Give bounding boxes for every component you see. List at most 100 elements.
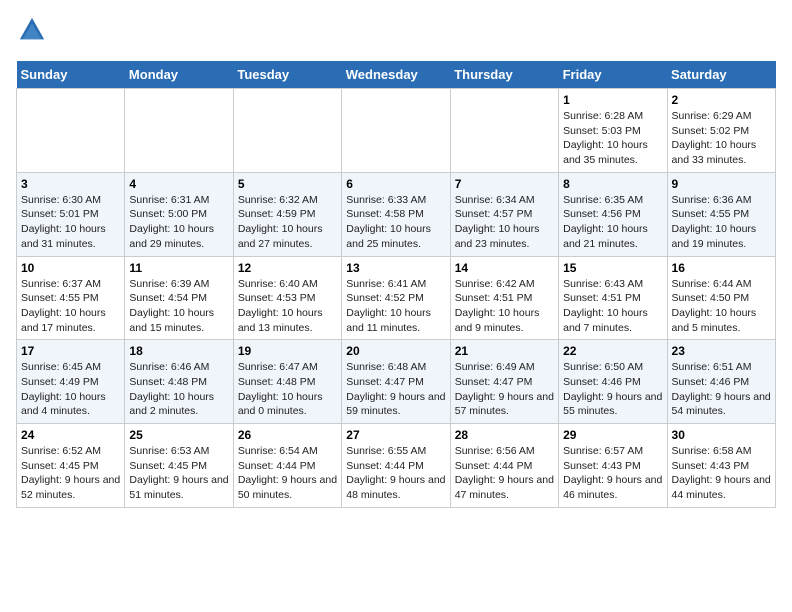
day-cell: 16 Sunrise: 6:44 AM Sunset: 4:50 PM Dayl…: [667, 256, 775, 340]
day-info: Sunrise: 6:53 AM Sunset: 4:45 PM Dayligh…: [129, 444, 228, 503]
day-info: Sunrise: 6:57 AM Sunset: 4:43 PM Dayligh…: [563, 444, 662, 503]
day-number: 28: [455, 428, 554, 442]
day-cell: 6 Sunrise: 6:33 AM Sunset: 4:58 PM Dayli…: [342, 172, 450, 256]
day-info: Sunrise: 6:44 AM Sunset: 4:50 PM Dayligh…: [672, 277, 771, 336]
day-cell: 5 Sunrise: 6:32 AM Sunset: 4:59 PM Dayli…: [233, 172, 341, 256]
day-info: Sunrise: 6:28 AM Sunset: 5:03 PM Dayligh…: [563, 109, 662, 168]
day-cell: 3 Sunrise: 6:30 AM Sunset: 5:01 PM Dayli…: [17, 172, 125, 256]
day-info: Sunrise: 6:45 AM Sunset: 4:49 PM Dayligh…: [21, 360, 120, 419]
logo-icon: [18, 16, 46, 44]
calendar-table: SundayMondayTuesdayWednesdayThursdayFrid…: [16, 61, 776, 508]
day-cell: 15 Sunrise: 6:43 AM Sunset: 4:51 PM Dayl…: [559, 256, 667, 340]
day-cell: 23 Sunrise: 6:51 AM Sunset: 4:46 PM Dayl…: [667, 340, 775, 424]
day-number: 11: [129, 261, 228, 275]
day-info: Sunrise: 6:55 AM Sunset: 4:44 PM Dayligh…: [346, 444, 445, 503]
day-header-wednesday: Wednesday: [342, 61, 450, 89]
day-cell: 1 Sunrise: 6:28 AM Sunset: 5:03 PM Dayli…: [559, 89, 667, 173]
day-number: 8: [563, 177, 662, 191]
day-number: 27: [346, 428, 445, 442]
day-number: 7: [455, 177, 554, 191]
day-info: Sunrise: 6:33 AM Sunset: 4:58 PM Dayligh…: [346, 193, 445, 252]
day-header-tuesday: Tuesday: [233, 61, 341, 89]
day-header-thursday: Thursday: [450, 61, 558, 89]
day-number: 9: [672, 177, 771, 191]
day-info: Sunrise: 6:29 AM Sunset: 5:02 PM Dayligh…: [672, 109, 771, 168]
day-number: 15: [563, 261, 662, 275]
day-info: Sunrise: 6:31 AM Sunset: 5:00 PM Dayligh…: [129, 193, 228, 252]
day-cell: 20 Sunrise: 6:48 AM Sunset: 4:47 PM Dayl…: [342, 340, 450, 424]
day-info: Sunrise: 6:58 AM Sunset: 4:43 PM Dayligh…: [672, 444, 771, 503]
day-cell: 19 Sunrise: 6:47 AM Sunset: 4:48 PM Dayl…: [233, 340, 341, 424]
day-cell: 18 Sunrise: 6:46 AM Sunset: 4:48 PM Dayl…: [125, 340, 233, 424]
week-row-5: 24 Sunrise: 6:52 AM Sunset: 4:45 PM Dayl…: [17, 424, 776, 508]
day-cell: 28 Sunrise: 6:56 AM Sunset: 4:44 PM Dayl…: [450, 424, 558, 508]
day-number: 30: [672, 428, 771, 442]
week-row-1: 1 Sunrise: 6:28 AM Sunset: 5:03 PM Dayli…: [17, 89, 776, 173]
day-number: 20: [346, 344, 445, 358]
day-number: 17: [21, 344, 120, 358]
calendar-header-row: SundayMondayTuesdayWednesdayThursdayFrid…: [17, 61, 776, 89]
day-number: 10: [21, 261, 120, 275]
day-number: 1: [563, 93, 662, 107]
day-number: 2: [672, 93, 771, 107]
day-info: Sunrise: 6:40 AM Sunset: 4:53 PM Dayligh…: [238, 277, 337, 336]
week-row-3: 10 Sunrise: 6:37 AM Sunset: 4:55 PM Dayl…: [17, 256, 776, 340]
day-cell: [342, 89, 450, 173]
day-info: Sunrise: 6:32 AM Sunset: 4:59 PM Dayligh…: [238, 193, 337, 252]
day-number: 14: [455, 261, 554, 275]
week-row-2: 3 Sunrise: 6:30 AM Sunset: 5:01 PM Dayli…: [17, 172, 776, 256]
day-number: 6: [346, 177, 445, 191]
day-info: Sunrise: 6:43 AM Sunset: 4:51 PM Dayligh…: [563, 277, 662, 336]
day-info: Sunrise: 6:47 AM Sunset: 4:48 PM Dayligh…: [238, 360, 337, 419]
day-number: 23: [672, 344, 771, 358]
day-info: Sunrise: 6:48 AM Sunset: 4:47 PM Dayligh…: [346, 360, 445, 419]
day-number: 16: [672, 261, 771, 275]
day-cell: 14 Sunrise: 6:42 AM Sunset: 4:51 PM Dayl…: [450, 256, 558, 340]
day-info: Sunrise: 6:42 AM Sunset: 4:51 PM Dayligh…: [455, 277, 554, 336]
calendar-body: 1 Sunrise: 6:28 AM Sunset: 5:03 PM Dayli…: [17, 89, 776, 508]
day-info: Sunrise: 6:36 AM Sunset: 4:55 PM Dayligh…: [672, 193, 771, 252]
day-number: 13: [346, 261, 445, 275]
day-number: 21: [455, 344, 554, 358]
day-cell: 27 Sunrise: 6:55 AM Sunset: 4:44 PM Dayl…: [342, 424, 450, 508]
day-cell: 29 Sunrise: 6:57 AM Sunset: 4:43 PM Dayl…: [559, 424, 667, 508]
day-info: Sunrise: 6:50 AM Sunset: 4:46 PM Dayligh…: [563, 360, 662, 419]
day-info: Sunrise: 6:39 AM Sunset: 4:54 PM Dayligh…: [129, 277, 228, 336]
day-header-sunday: Sunday: [17, 61, 125, 89]
day-cell: 12 Sunrise: 6:40 AM Sunset: 4:53 PM Dayl…: [233, 256, 341, 340]
day-number: 25: [129, 428, 228, 442]
day-cell: 8 Sunrise: 6:35 AM Sunset: 4:56 PM Dayli…: [559, 172, 667, 256]
day-number: 12: [238, 261, 337, 275]
day-number: 5: [238, 177, 337, 191]
day-info: Sunrise: 6:37 AM Sunset: 4:55 PM Dayligh…: [21, 277, 120, 336]
day-info: Sunrise: 6:54 AM Sunset: 4:44 PM Dayligh…: [238, 444, 337, 503]
page-header: [16, 16, 776, 49]
day-header-monday: Monday: [125, 61, 233, 89]
day-number: 29: [563, 428, 662, 442]
day-number: 18: [129, 344, 228, 358]
day-number: 26: [238, 428, 337, 442]
day-cell: 22 Sunrise: 6:50 AM Sunset: 4:46 PM Dayl…: [559, 340, 667, 424]
day-cell: 7 Sunrise: 6:34 AM Sunset: 4:57 PM Dayli…: [450, 172, 558, 256]
day-info: Sunrise: 6:30 AM Sunset: 5:01 PM Dayligh…: [21, 193, 120, 252]
day-header-saturday: Saturday: [667, 61, 775, 89]
day-number: 4: [129, 177, 228, 191]
day-number: 19: [238, 344, 337, 358]
day-cell: 9 Sunrise: 6:36 AM Sunset: 4:55 PM Dayli…: [667, 172, 775, 256]
day-cell: [233, 89, 341, 173]
day-number: 22: [563, 344, 662, 358]
day-header-friday: Friday: [559, 61, 667, 89]
logo: [16, 16, 46, 49]
day-info: Sunrise: 6:51 AM Sunset: 4:46 PM Dayligh…: [672, 360, 771, 419]
day-cell: [450, 89, 558, 173]
day-cell: [17, 89, 125, 173]
day-info: Sunrise: 6:46 AM Sunset: 4:48 PM Dayligh…: [129, 360, 228, 419]
day-cell: 13 Sunrise: 6:41 AM Sunset: 4:52 PM Dayl…: [342, 256, 450, 340]
day-cell: 25 Sunrise: 6:53 AM Sunset: 4:45 PM Dayl…: [125, 424, 233, 508]
day-info: Sunrise: 6:34 AM Sunset: 4:57 PM Dayligh…: [455, 193, 554, 252]
day-cell: 10 Sunrise: 6:37 AM Sunset: 4:55 PM Dayl…: [17, 256, 125, 340]
day-cell: 26 Sunrise: 6:54 AM Sunset: 4:44 PM Dayl…: [233, 424, 341, 508]
week-row-4: 17 Sunrise: 6:45 AM Sunset: 4:49 PM Dayl…: [17, 340, 776, 424]
day-info: Sunrise: 6:49 AM Sunset: 4:47 PM Dayligh…: [455, 360, 554, 419]
day-cell: 21 Sunrise: 6:49 AM Sunset: 4:47 PM Dayl…: [450, 340, 558, 424]
